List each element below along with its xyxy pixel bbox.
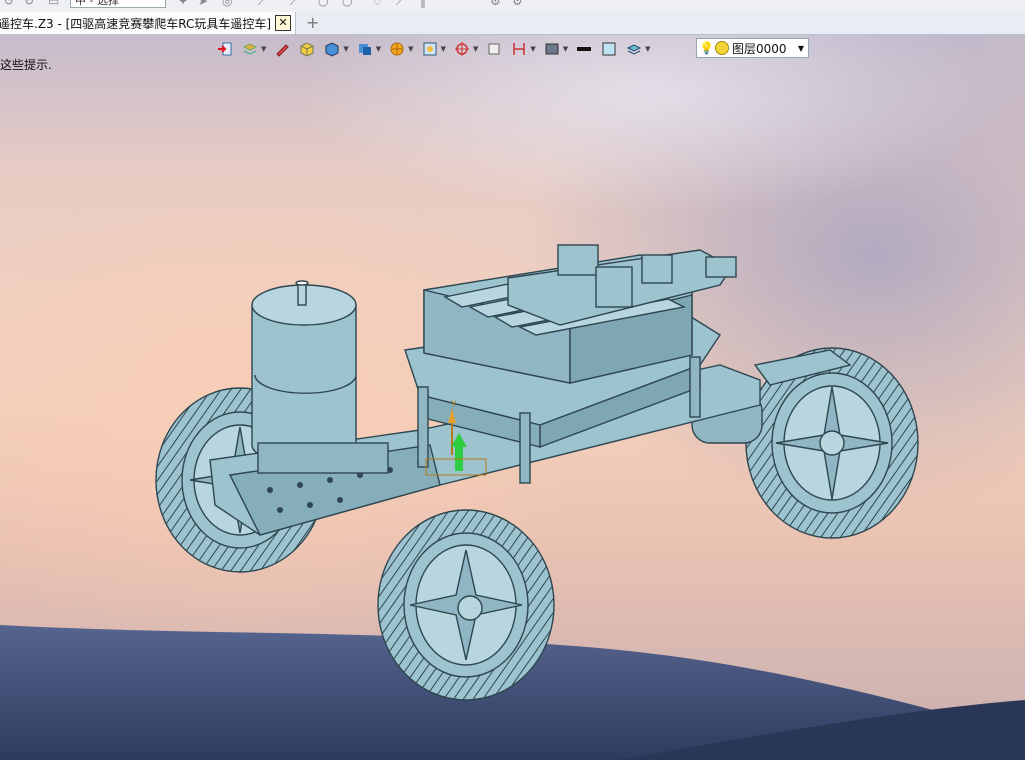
layer-sun-icon[interactable] [715, 41, 729, 55]
layers-dropdown-icon[interactable]: ▼ [261, 45, 266, 53]
undo-icon[interactable]: ↺ [4, 0, 14, 8]
dimension-dropdown-icon[interactable]: ▼ [530, 45, 535, 53]
solid-box-icon[interactable] [296, 39, 318, 59]
background-icon[interactable] [541, 39, 563, 59]
light-icon[interactable]: ♢ [372, 0, 383, 8]
front-motor [251, 280, 389, 474]
chevron-down-icon[interactable]: ▼ [798, 44, 804, 53]
circle-icon-2[interactable]: ○ [318, 0, 328, 8]
import-icon[interactable] [214, 39, 236, 59]
model-scene[interactable]: Y [0, 35, 1025, 760]
gear-icon[interactable]: ⚙ [490, 0, 501, 8]
zoom-extents-icon[interactable] [419, 39, 441, 59]
lightbulb-icon[interactable]: 💡 [699, 41, 714, 55]
cube-dropdown-icon[interactable]: ▼ [343, 45, 348, 53]
background-dropdown-icon[interactable]: ▼ [563, 45, 568, 53]
quick-access-toolbar: ↺ ↻ ▭ 中 - 选择 ✦ ➤ ◎ ⟋ ⟋ ○ ○ ♢ ⟋ ‖ ⚙ ⚙ [0, 0, 1025, 12]
tool-icon[interactable]: ✦ [178, 0, 188, 8]
line-color-icon[interactable] [573, 39, 595, 59]
zoom-dropdown-icon[interactable]: ▼ [441, 45, 446, 53]
new-tab-button[interactable]: + [306, 13, 319, 32]
face-color-icon[interactable] [598, 39, 620, 59]
view-toolbar: ▼ ▼ ▼ ▼ ▼ ▼ ▼ ▼ ▼ [214, 38, 653, 60]
layers-icon[interactable] [239, 39, 261, 59]
snap-dropdown-icon[interactable]: ▼ [473, 45, 478, 53]
shaded-dropdown-icon[interactable]: ▼ [376, 45, 381, 53]
shaded-view-icon[interactable] [354, 39, 376, 59]
layer-name: 图层0000 [732, 41, 787, 56]
circle-icon-3[interactable]: ○ [342, 0, 352, 8]
layer-tool-icon[interactable] [623, 39, 645, 59]
tab-document[interactable]: 遥控车.Z3 - [四驱高速竞赛攀爬车RC玩具车遥控车] ✕ [0, 12, 297, 34]
line-icon[interactable]: ⟋ [258, 0, 266, 9]
close-tab-icon[interactable]: ✕ [275, 15, 292, 31]
pen-icon[interactable] [271, 39, 293, 59]
gear-icon-2[interactable]: ⚙ [512, 0, 523, 8]
tab-document-label: 遥控车.Z3 - [四驱高速竞赛攀爬车RC玩具车遥控车] [0, 16, 272, 31]
wheel-front-right [377, 509, 555, 701]
dimension-icon[interactable] [508, 39, 530, 59]
snap-target-icon[interactable] [451, 39, 473, 59]
render-dropdown-icon[interactable]: ▼ [408, 45, 413, 53]
arrow-icon[interactable]: ➤ [198, 0, 208, 8]
mode-dropdown[interactable]: 中 - 选择 [70, 0, 166, 8]
line-icon-3[interactable]: ⟋ [396, 0, 404, 9]
status-hint: 这些提示. [0, 58, 52, 72]
line-icon-2[interactable]: ⟋ [290, 0, 298, 9]
bar-icon[interactable]: ‖ [420, 0, 426, 8]
circle-icon[interactable]: ◎ [222, 0, 232, 8]
frame-icon[interactable] [483, 39, 505, 59]
render-mode-icon[interactable] [386, 39, 408, 59]
document-tab-bar: 遥控车.Z3 - [四驱高速竞赛攀爬车RC玩具车遥控车] ✕ + [0, 12, 1025, 35]
cube-icon[interactable] [321, 39, 343, 59]
axis-y-label: Y [450, 400, 457, 410]
redo-icon[interactable]: ↻ [24, 0, 34, 8]
file-icon[interactable]: ▭ [48, 0, 59, 8]
layer-tool-dropdown-icon[interactable]: ▼ [645, 45, 650, 53]
layer-dropdown[interactable]: 💡 图层0000 ▼ [696, 38, 809, 58]
